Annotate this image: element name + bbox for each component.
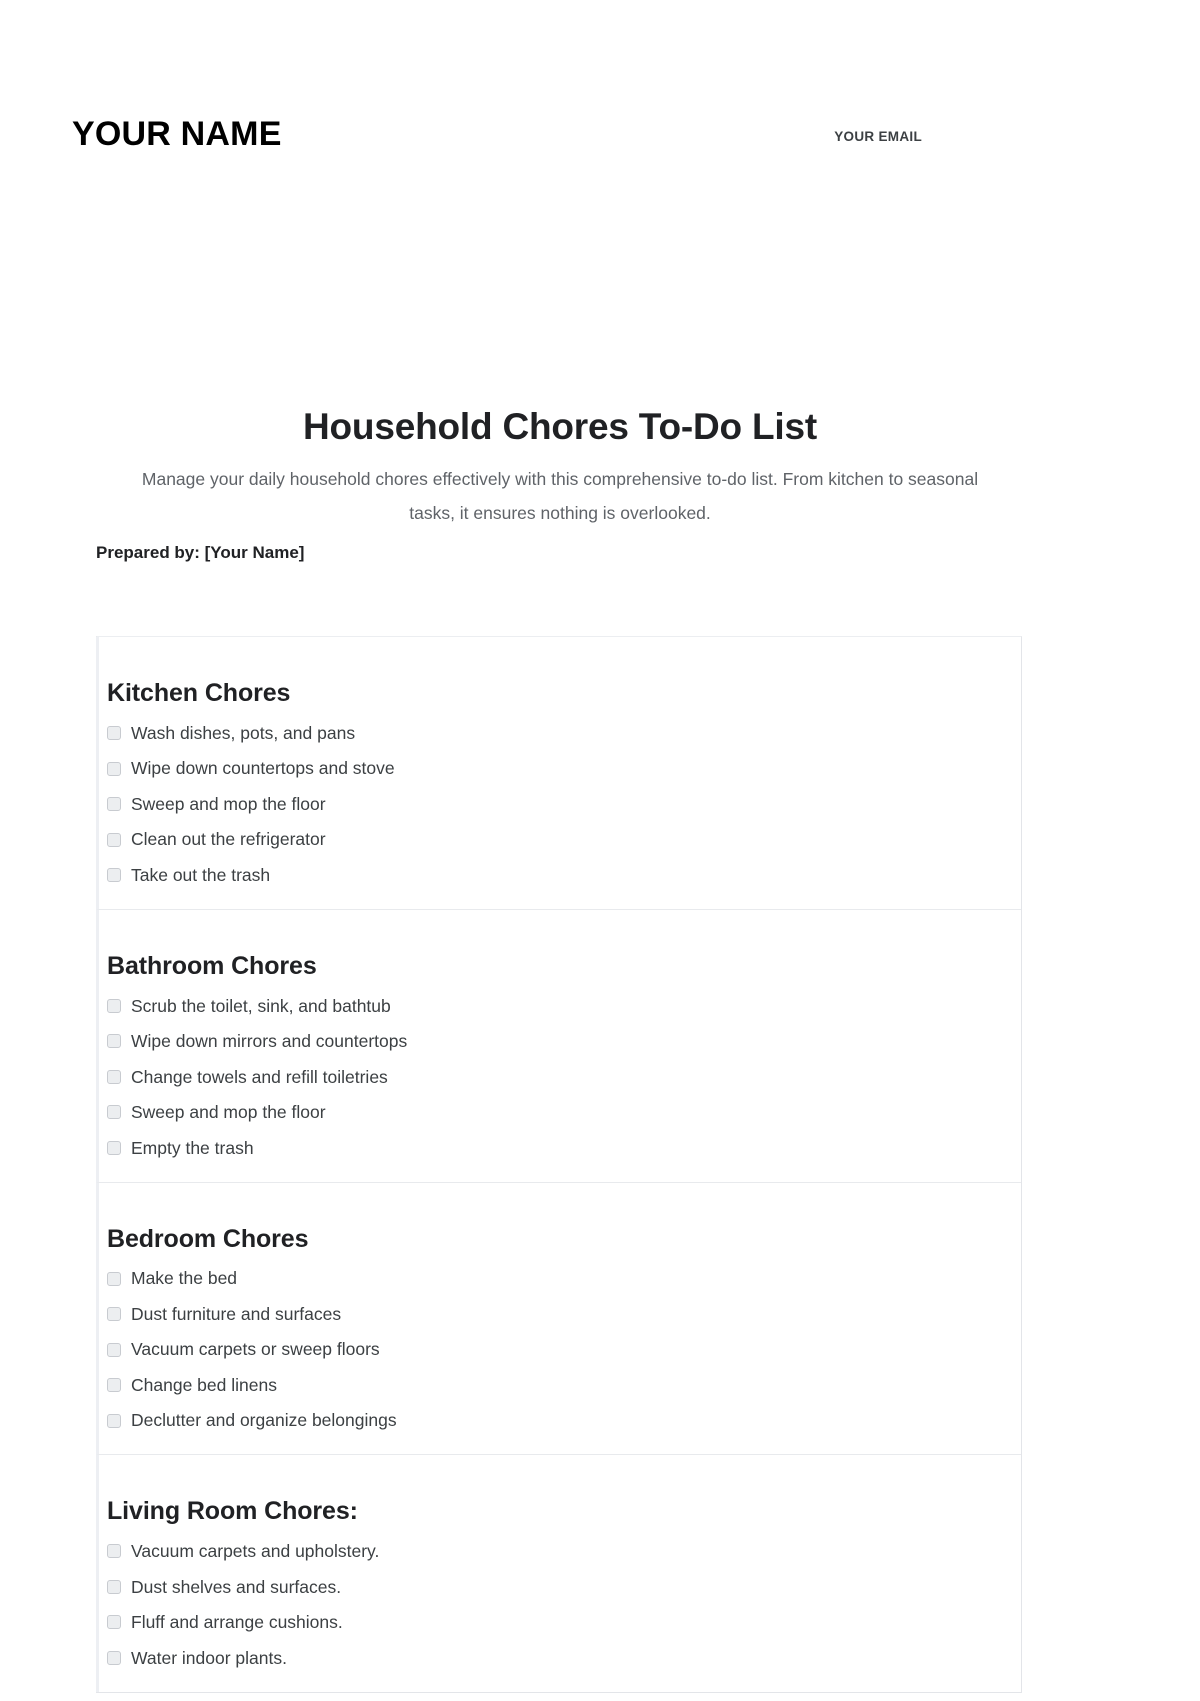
chore-item[interactable]: Take out the trash bbox=[99, 857, 1021, 893]
checkbox-icon[interactable] bbox=[107, 1307, 121, 1321]
chore-item[interactable]: Wipe down mirrors and countertops bbox=[99, 1024, 1021, 1060]
chore-item[interactable]: Clean out the refrigerator bbox=[99, 822, 1021, 858]
checklist-card: Kitchen Chores Wash dishes, pots, and pan… bbox=[96, 636, 1022, 1693]
chore-item-label: Water indoor plants. bbox=[131, 1647, 287, 1668]
chore-item-label: Dust furniture and surfaces bbox=[131, 1303, 342, 1324]
chore-item[interactable]: Wash dishes, pots, and pans bbox=[99, 715, 1021, 751]
checkbox-icon[interactable] bbox=[107, 797, 121, 811]
chore-item-label: Change bed linens bbox=[131, 1374, 277, 1395]
chore-item[interactable]: Dust shelves and surfaces. bbox=[99, 1569, 1021, 1605]
chore-item[interactable]: Sweep and mop the floor bbox=[99, 1095, 1021, 1131]
chore-item[interactable]: Wipe down countertops and stove bbox=[99, 751, 1021, 787]
chore-item-label: Take out the trash bbox=[131, 864, 271, 885]
checkbox-icon[interactable] bbox=[107, 832, 121, 847]
chore-item-label: Sweep and mop the floor bbox=[131, 1102, 326, 1122]
prepared-by-label: Prepared by: [Your Name] bbox=[96, 542, 305, 562]
document-page: YOUR NAME YOUR EMAIL Household Chores To… bbox=[0, 0, 1200, 1701]
checkbox-icon[interactable] bbox=[107, 1413, 121, 1428]
checkbox-icon[interactable] bbox=[107, 1140, 121, 1155]
section-title: Living Room Chores: bbox=[107, 1497, 358, 1526]
checkbox-icon[interactable] bbox=[107, 1544, 121, 1559]
chore-item[interactable]: Vacuum carpets or sweep floors bbox=[99, 1332, 1021, 1368]
letterhead: YOUR NAME YOUR EMAIL bbox=[72, 108, 922, 160]
chore-item-label: Vacuum carpets and upholstery. bbox=[131, 1541, 380, 1561]
document-subtitle: Manage your daily household chores effec… bbox=[141, 469, 979, 524]
chore-item-label: Scrub the toilet, sink, and bathtub bbox=[131, 995, 391, 1016]
chore-section: Living Room Chores: Vacuum carpets and up… bbox=[96, 1455, 1021, 1692]
section-title: Bathroom Chores bbox=[107, 951, 317, 980]
chore-item-label: Fluff and arrange cushions. bbox=[131, 1612, 343, 1632]
checkbox-icon[interactable] bbox=[107, 1579, 121, 1594]
checkbox-icon[interactable] bbox=[107, 1342, 121, 1357]
chore-item[interactable]: Vacuum carpets and upholstery. bbox=[99, 1534, 1021, 1570]
chore-item[interactable]: Scrub the toilet, sink, and bathtub bbox=[99, 988, 1021, 1024]
brand-email: YOUR EMAIL bbox=[834, 129, 922, 145]
chore-item-label: Clean out the refrigerator bbox=[131, 829, 326, 850]
chore-item-label: Wipe down mirrors and countertops bbox=[131, 1031, 408, 1051]
chore-item[interactable]: Change bed linens bbox=[99, 1367, 1021, 1403]
checkbox-icon[interactable] bbox=[107, 1069, 121, 1084]
checkbox-icon[interactable] bbox=[107, 1271, 121, 1286]
page-title: Household Chores To-Do List bbox=[303, 406, 817, 447]
checkbox-icon[interactable] bbox=[107, 761, 121, 776]
checkbox-icon[interactable] bbox=[107, 1378, 121, 1392]
chore-item-label: Empty the trash bbox=[131, 1137, 254, 1158]
section-title: Bedroom Chores bbox=[107, 1224, 309, 1253]
checkbox-icon[interactable] bbox=[107, 1650, 121, 1665]
chore-item[interactable]: Change towels and refill toiletries bbox=[99, 1059, 1021, 1095]
chore-item[interactable]: Water indoor plants. bbox=[99, 1640, 1021, 1676]
checkbox-icon[interactable] bbox=[107, 1034, 121, 1049]
chore-item[interactable]: Empty the trash bbox=[99, 1130, 1021, 1166]
brand-name: YOUR NAME bbox=[72, 115, 282, 153]
chore-item[interactable]: Make the bed bbox=[99, 1261, 1021, 1297]
chore-item[interactable]: Dust furniture and surfaces bbox=[99, 1296, 1021, 1332]
chore-item-label: Wash dishes, pots, and pans bbox=[131, 722, 356, 743]
chore-item-label: Wipe down countertops and stove bbox=[131, 758, 395, 779]
document-header: Household Chores To-Do List Manage your … bbox=[96, 404, 1024, 564]
checkbox-icon[interactable] bbox=[107, 726, 121, 740]
checkbox-icon[interactable] bbox=[107, 1615, 121, 1630]
chore-item-label: Declutter and organize belongings bbox=[131, 1410, 397, 1431]
chore-item-label: Sweep and mop the floor bbox=[131, 793, 326, 814]
chore-item-label: Make the bed bbox=[131, 1268, 238, 1289]
chore-item-label: Vacuum carpets or sweep floors bbox=[131, 1339, 380, 1360]
chore-section: Bedroom Chores Make the bed Dust furniture… bbox=[96, 1182, 1021, 1456]
checkbox-icon[interactable] bbox=[107, 998, 121, 1013]
chore-item[interactable]: Sweep and mop the floor bbox=[99, 786, 1021, 822]
checkbox-icon[interactable] bbox=[107, 868, 121, 882]
chore-item-label: Dust shelves and surfaces. bbox=[131, 1576, 342, 1597]
chore-section: Kitchen Chores Wash dishes, pots, and pan… bbox=[96, 637, 1021, 910]
chore-item[interactable]: Declutter and organize belongings bbox=[99, 1403, 1021, 1439]
section-title: Kitchen Chores bbox=[107, 679, 291, 707]
chore-item-label: Change towels and refill toiletries bbox=[131, 1066, 388, 1087]
chore-section: Bathroom Chores Scrub the toilet, sink, a… bbox=[96, 909, 1021, 1183]
chore-item[interactable]: Fluff and arrange cushions. bbox=[99, 1605, 1021, 1641]
checkbox-icon[interactable] bbox=[107, 1105, 121, 1120]
